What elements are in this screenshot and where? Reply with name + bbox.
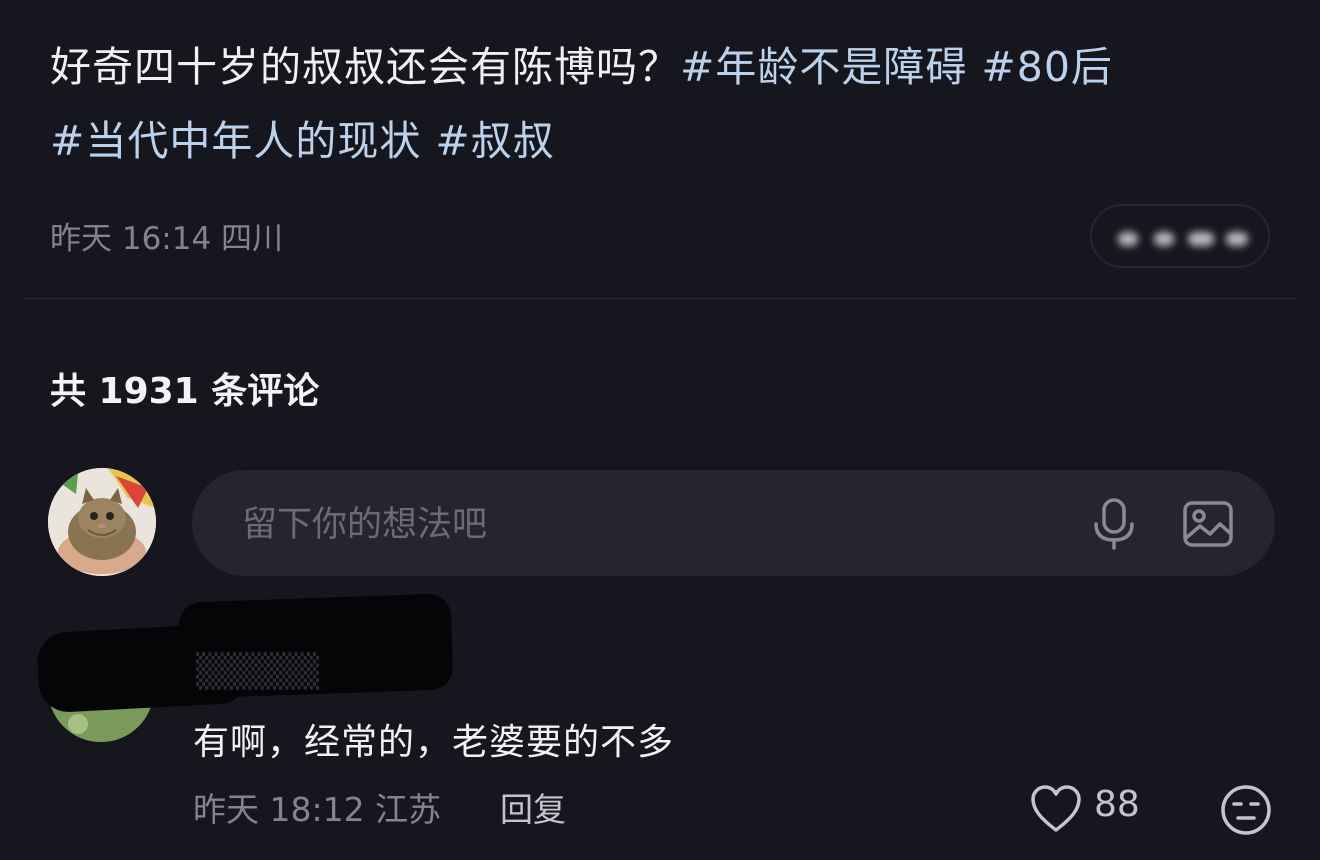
post-detail-page: 好奇四十岁的叔叔还会有陈博吗？#年龄不是障碍 #80后 #当代中年人的现状 #叔… [0,0,1320,860]
comment-text: 有啊，经常的，老婆要的不多 [193,722,675,763]
comment-input-box[interactable] [192,470,1275,576]
commenter-name-redacted: ▒▒▒▒▒ [196,652,320,690]
divider [24,298,1296,299]
hashtag-link[interactable]: #叔叔 [435,117,554,165]
comment-meta: 昨天 18:12 江苏 [193,790,442,829]
reply-button[interactable]: 回复 [500,783,566,831]
image-icon[interactable] [1182,500,1234,548]
my-avatar[interactable] [48,468,156,576]
blurred-action-pill[interactable] [1090,204,1270,268]
post-caption: 好奇四十岁的叔叔还会有陈博吗？#年龄不是障碍 #80后 #当代中年人的现状 #叔… [50,30,1280,178]
emoji-face-icon[interactable] [1220,784,1272,836]
microphone-icon[interactable] [1090,498,1138,550]
post-meta: 昨天 16:14 四川 [50,221,284,257]
comment-count: 共 1931 条评论 [50,371,320,412]
post-text: 好奇四十岁的叔叔还会有陈博吗？ [50,43,680,91]
hashtag-link[interactable]: #80后 [981,43,1113,91]
hashtag-link[interactable]: #当代中年人的现状 [50,117,421,165]
comment-input[interactable] [240,498,1064,552]
like-count: 88 [1094,784,1140,825]
heart-outline-icon[interactable] [1030,784,1082,834]
hashtag-link[interactable]: #年龄不是障碍 [680,43,967,91]
